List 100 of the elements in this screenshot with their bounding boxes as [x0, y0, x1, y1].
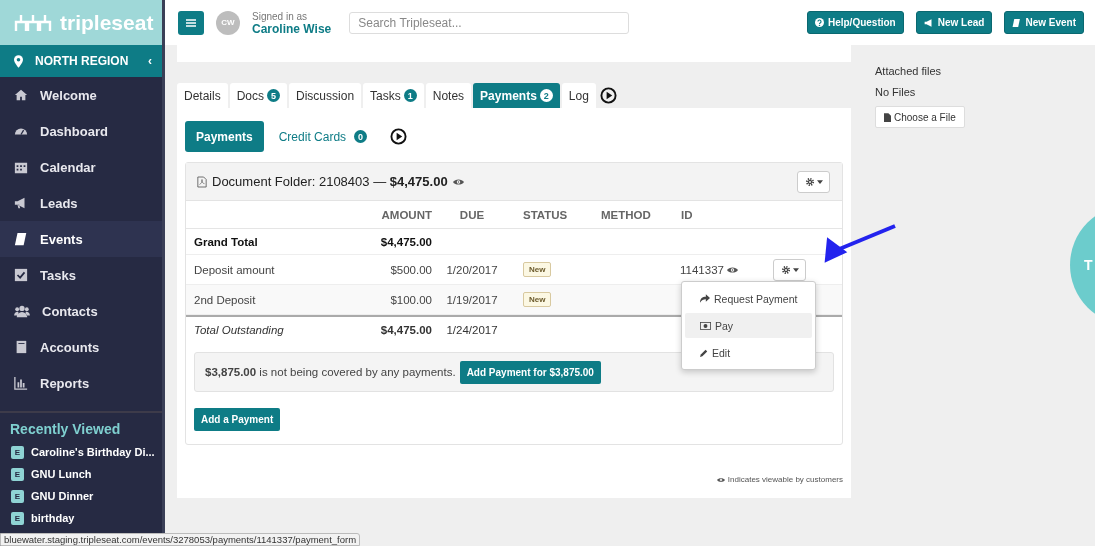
nav-icon	[14, 196, 28, 210]
notice-text: $3,875.00 is not being covered by any payments.	[205, 366, 456, 378]
tab[interactable]: Discussion	[289, 83, 362, 108]
caret-icon	[792, 267, 799, 272]
footnote: Indicates viewable by customers	[727, 475, 843, 484]
play-icon[interactable]	[390, 128, 408, 145]
menu-icon	[186, 18, 196, 27]
event-badge: E	[11, 445, 24, 459]
header-button[interactable]: Help/Question	[806, 11, 904, 34]
menu-item[interactable]: Pay	[685, 313, 813, 338]
amount-cell-text: $100.00	[389, 293, 432, 306]
recent-item[interactable]: E GNU Lunch	[0, 463, 162, 485]
row-label: 2nd Deposit	[194, 293, 257, 306]
nav-icon	[14, 340, 28, 354]
recent-item[interactable]: E birthday	[0, 507, 162, 529]
nav-item[interactable]: Leads	[0, 185, 162, 221]
tab[interactable]: Tasks 1	[363, 83, 424, 108]
due-date-cell-text: 1/20/2017	[445, 263, 499, 276]
map-pin-icon	[14, 54, 23, 68]
user-name[interactable]: Caroline Wise	[252, 22, 332, 36]
menu-item-icon	[700, 294, 710, 303]
event-badge: E	[11, 511, 24, 525]
nav-item[interactable]: Tasks	[0, 257, 162, 293]
nav-icon	[14, 232, 28, 246]
count-badge: 1	[403, 89, 417, 102]
nav-item[interactable]: Contacts	[0, 293, 162, 329]
column-header: DUE	[458, 208, 486, 221]
tab[interactable]: Docs 5	[229, 83, 288, 108]
payment-id: 1141337	[680, 263, 724, 276]
amount-cell-text: $4,475.00	[379, 323, 432, 336]
nav-icon	[14, 304, 30, 318]
nav-icon	[14, 376, 28, 390]
column-header: ID	[680, 208, 694, 221]
caret-icon	[816, 179, 823, 184]
count-badge: 5	[267, 89, 281, 102]
status-badge: New	[523, 292, 552, 307]
settings-dropdown-button[interactable]	[773, 258, 806, 281]
pdf-file-icon	[197, 175, 207, 188]
region-selector[interactable]: NORTH REGION ‹	[0, 45, 162, 77]
count-badge: 0	[354, 130, 368, 143]
button-icon	[884, 112, 891, 122]
row-label: Deposit amount	[194, 263, 276, 276]
event-badge: E	[11, 467, 24, 481]
settings-icon	[804, 176, 815, 187]
column-header: AMOUNT	[380, 208, 432, 221]
empty-message: No Files	[875, 86, 916, 98]
due-date-cell-text: 1/19/2017	[445, 293, 499, 306]
add-payment-button[interactable]: Add Payment for $3,875.00	[459, 360, 601, 384]
nav-item[interactable]: Accounts	[0, 329, 162, 365]
button-icon	[923, 17, 934, 28]
header-button[interactable]: New Event	[1004, 11, 1084, 34]
amount-cell-text: $500.00	[389, 263, 432, 276]
tab[interactable]: Details	[177, 83, 228, 108]
column-header: STATUS	[522, 208, 569, 221]
section-heading: Recently Viewed	[9, 420, 122, 439]
folder-title: Document Folder: 2108403 — $4,475.00	[212, 174, 448, 189]
tab[interactable]: Notes	[425, 83, 472, 108]
sub-tab[interactable]: Credit Cards 0	[267, 121, 379, 152]
nav-item[interactable]: Dashboard	[0, 113, 162, 149]
collapse-chevron[interactable]: ‹	[148, 54, 152, 68]
header-button[interactable]: New Lead	[915, 11, 993, 34]
annotation-arrow	[824, 224, 896, 263]
logo-icon	[14, 13, 54, 32]
button-icon	[1012, 17, 1022, 28]
play-icon[interactable]	[599, 87, 617, 104]
menu-item[interactable]: Request Payment	[685, 286, 813, 311]
row-label: Grand Total	[194, 235, 259, 248]
eye-icon	[726, 265, 738, 274]
attachments-heading: Attached files	[875, 65, 942, 77]
column-header: METHOD	[600, 208, 652, 221]
eye-icon	[452, 177, 464, 186]
signed-in-label: Signed in as	[252, 9, 309, 23]
status-bar-url: bluewater.staging.tripleseat.com/events/3278053/payments/1141337/payment_form	[0, 533, 361, 546]
eye-icon	[716, 476, 725, 483]
add-payment-button[interactable]: Add a Payment	[194, 408, 281, 431]
sub-tab[interactable]: Payments	[185, 121, 264, 152]
nav-item[interactable]: Calendar	[0, 149, 162, 185]
nav-item[interactable]: Events	[0, 221, 162, 257]
nav-item[interactable]: Welcome	[0, 77, 162, 113]
search-field[interactable]: Search Tripleseat...	[349, 11, 630, 34]
recent-item[interactable]: E GNU Dinner	[0, 485, 162, 507]
status-badge: New	[523, 262, 552, 277]
due-date-cell-text: 1/24/2017	[445, 323, 499, 336]
choose-file-button[interactable]: Choose a File	[875, 106, 965, 128]
recent-item[interactable]: E Caroline's Birthday Di...	[0, 441, 162, 463]
settings-dropdown-button[interactable]	[797, 170, 830, 193]
menu-button[interactable]	[178, 10, 204, 35]
menu-item[interactable]: Edit	[685, 340, 813, 365]
tab[interactable]: Payments 2	[473, 83, 560, 108]
tab[interactable]: Log	[561, 83, 596, 108]
nav-item[interactable]: Reports	[0, 365, 162, 401]
nav-icon	[14, 268, 28, 282]
menu-item-icon	[700, 348, 708, 357]
nav-icon	[14, 88, 28, 102]
nav-icon	[14, 160, 28, 174]
user-avatar: CW	[216, 10, 240, 35]
logo-text: tripleseat	[60, 10, 154, 35]
button-icon	[814, 18, 824, 27]
count-badge: 2	[539, 89, 553, 102]
event-badge: E	[11, 489, 24, 503]
